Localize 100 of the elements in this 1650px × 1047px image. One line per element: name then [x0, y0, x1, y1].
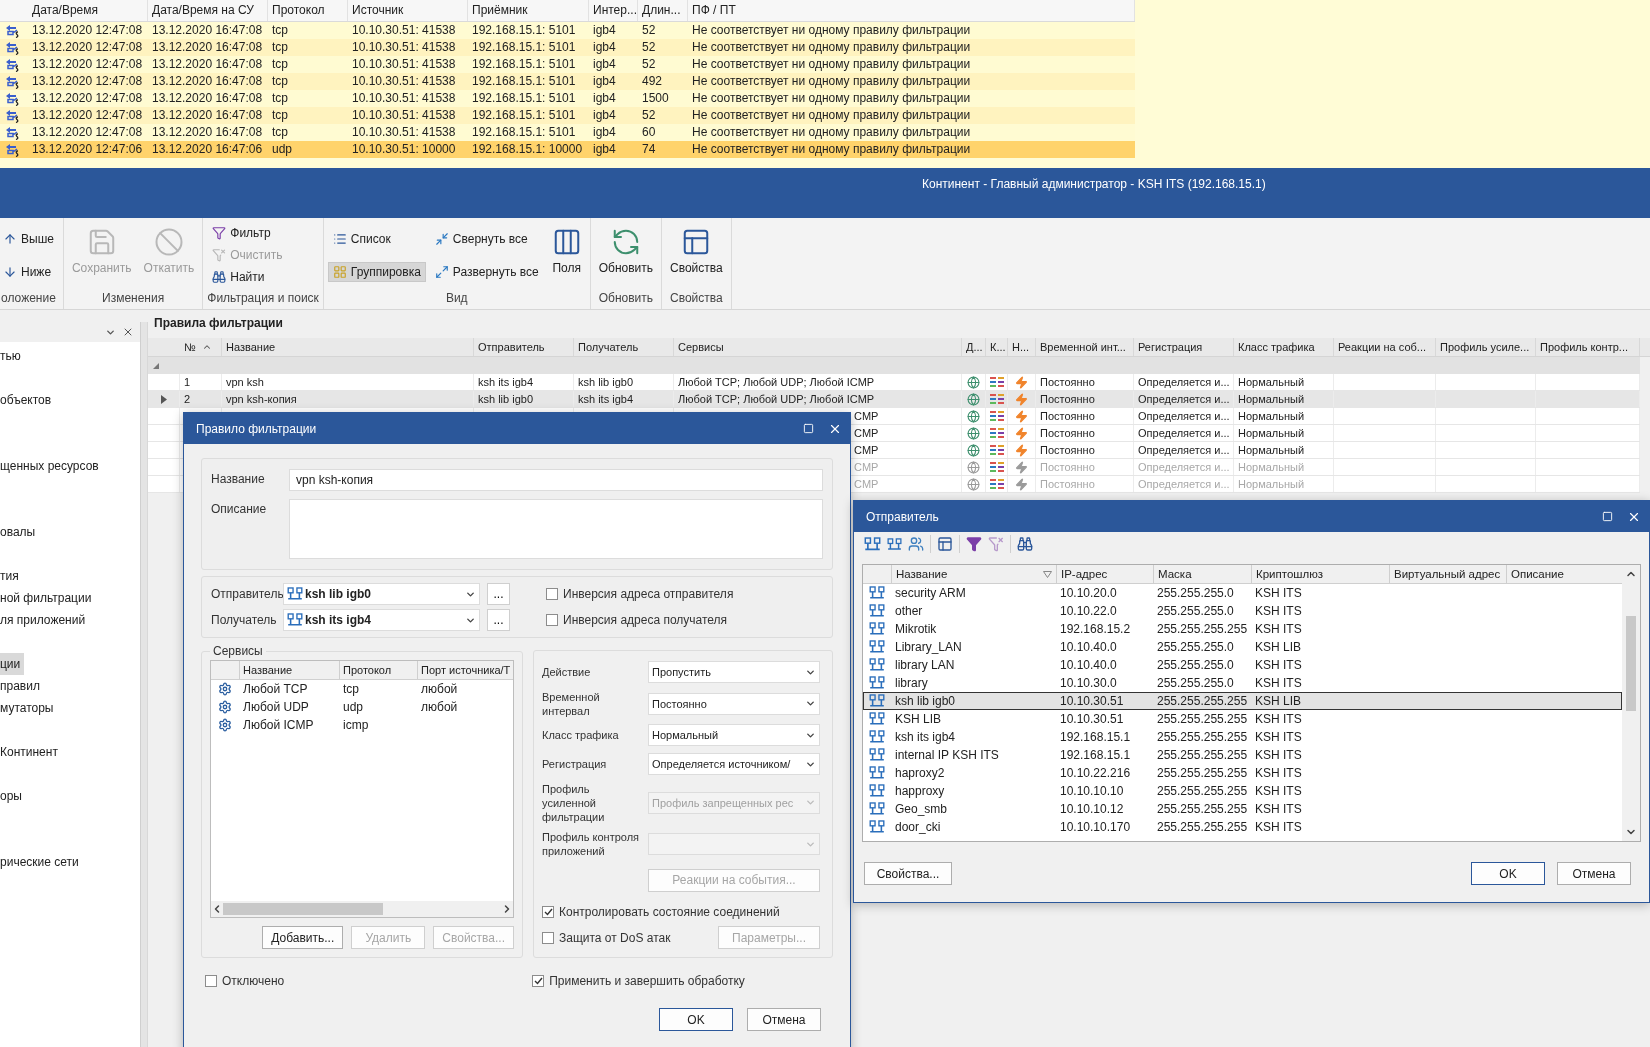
scrollbar[interactable] — [1622, 565, 1640, 841]
sidebar-item[interactable]: мутаторы — [0, 697, 58, 719]
dialog-button[interactable]: Отмена — [1557, 862, 1631, 885]
column-header[interactable]: Дата/Время — [28, 0, 148, 21]
sidebar-item[interactable]: щенных ресурсов — [0, 455, 103, 477]
column-header[interactable]: Название — [891, 565, 1056, 583]
column-header[interactable]: Виртуальный адрес — [1389, 565, 1506, 583]
column-header[interactable]: Длин... — [638, 0, 688, 21]
close-icon[interactable] — [122, 326, 134, 338]
column-header[interactable]: ПФ / ПТ — [688, 0, 1135, 21]
dropdown[interactable]: Нормальный — [648, 724, 820, 747]
ribbon-button[interactable]: Поля — [547, 222, 586, 286]
column-header[interactable]: Дата/Время на СУ — [148, 0, 268, 21]
checkbox[interactable] — [542, 906, 554, 919]
sidebar-item[interactable]: оры — [0, 785, 26, 807]
input-field[interactable]: vpn ksh-копия — [289, 469, 823, 491]
dialog-button[interactable]: OK — [659, 1008, 733, 1031]
column-header[interactable]: Описание — [1506, 565, 1616, 583]
column-header[interactable]: IP-адрес — [1056, 565, 1153, 583]
sidebar-item[interactable]: правил — [0, 675, 44, 697]
ribbon-button[interactable]: Фильтр — [207, 223, 288, 243]
checkbox[interactable] — [546, 614, 558, 626]
column-header[interactable]: № — [180, 338, 222, 356]
log-row[interactable]: 13.12.2020 12:47:08 13.12.2020 16:47:08 tcp 10.10.30.51: 41538 192.168.15.1: 5101 igb4 60 Не соответствует ни одному правилу фильтрации — [0, 124, 1135, 141]
dialog-button[interactable]: Добавить... — [262, 926, 344, 949]
dropdown[interactable]: ksh its igb4 — [283, 609, 480, 631]
column-header[interactable]: Протокол — [339, 661, 417, 679]
scroll-thumb[interactable] — [1626, 616, 1636, 711]
checkbox[interactable] — [542, 931, 554, 944]
browse-button[interactable]: ... — [487, 583, 510, 605]
table-row[interactable]: 1 vpn ksh ksh its igb4 ksh lib igb0 Любой TCP; Любой UDP; Любой ICMP Постоянно Определяется и... Нормальный — [148, 374, 1640, 391]
column-header[interactable]: Название — [222, 338, 474, 356]
dropdown[interactable]: Постоянно — [648, 692, 820, 715]
scroll-thumb[interactable] — [223, 903, 383, 915]
column-header[interactable]: Протокол — [268, 0, 348, 21]
table-cell-text: 13.12.2020 16:47:08 — [151, 90, 264, 107]
scrollbar[interactable] — [211, 901, 513, 917]
binoculars-icon[interactable] — [1017, 536, 1033, 552]
sidebar-item[interactable]: овалы — [0, 521, 40, 543]
users-icon[interactable] — [908, 536, 924, 552]
log-row[interactable]: 13.12.2020 12:47:08 13.12.2020 16:47:08 tcp 10.10.30.51: 41538 192.168.15.1: 5101 igb4 1500 Не соответствует ни одному правилу фильтрации — [0, 90, 1135, 107]
table-row[interactable]: ksh lib igb0 10.10.30.51 255.255.255.255 KSH LIB — [863, 692, 1622, 710]
column-header[interactable]: Сервисы — [674, 338, 962, 356]
column-header[interactable]: Отправитель — [474, 338, 574, 356]
column-header[interactable]: Приёмник — [468, 0, 589, 21]
ribbon-button[interactable]: Обновить — [594, 222, 658, 286]
dialog-button[interactable]: OK — [1471, 862, 1545, 885]
dialog-button[interactable]: Отмена — [747, 1008, 821, 1031]
sidebar-item[interactable]: ля приложений — [0, 609, 90, 631]
ribbon-button[interactable]: Найти — [207, 267, 288, 287]
column-header[interactable]: Реакции на соб... — [1334, 338, 1436, 356]
dropdown[interactable]: Определяется источником/ — [648, 753, 820, 776]
column-header[interactable]: Криптошлюз — [1251, 565, 1389, 583]
sidebar-item[interactable]: ции — [0, 653, 25, 675]
sidebar-item[interactable]: тью — [0, 345, 25, 367]
ribbon-button[interactable]: Свойства — [666, 222, 727, 286]
ribbon-button[interactable]: Свернуть все — [429, 228, 544, 249]
column-header[interactable]: Временной инт... — [1036, 338, 1134, 356]
checkbox[interactable] — [532, 975, 545, 987]
column-header[interactable]: Профиль контр... — [1536, 338, 1640, 356]
ribbon-button[interactable]: Группировка — [327, 261, 426, 282]
log-row[interactable]: 13.12.2020 12:47:08 13.12.2020 16:47:08 tcp 10.10.30.51: 41538 192.168.15.1: 5101 igb4 52 Не соответствует ни одному правилу фильтрации — [0, 107, 1135, 124]
maximize-icon[interactable] — [803, 423, 814, 434]
sidebar-item[interactable]: Континент — [0, 741, 62, 763]
dropdown[interactable]: Пропустить — [648, 661, 820, 683]
checkbox[interactable] — [546, 588, 558, 600]
ribbon-button[interactable]: Ниже — [0, 261, 59, 282]
column-header[interactable]: Интер... — [589, 0, 638, 21]
dropdown[interactable]: ksh lib igb0 — [283, 583, 480, 605]
ribbon-button[interactable]: Выше — [0, 228, 59, 249]
filter-icon[interactable] — [966, 536, 982, 552]
network-add-icon[interactable] — [864, 536, 881, 552]
browse-button[interactable]: ... — [487, 609, 510, 631]
table-row[interactable]: 2 vpn ksh-копия ksh lib igb0 ksh its igb4 Любой TCP; Любой UDP; Любой ICMP Постоянно Определяется и... Нормальный — [148, 391, 1640, 408]
panel-icon[interactable] — [937, 536, 953, 552]
ribbon-button[interactable]: Список — [327, 228, 426, 249]
maximize-icon[interactable] — [1602, 511, 1613, 522]
log-row[interactable]: 13.12.2020 12:47:08 13.12.2020 16:47:08 tcp 10.10.30.51: 41538 192.168.15.1: 5101 igb4 492 Не соответствует ни одному правилу фильтрации — [0, 73, 1135, 90]
column-header[interactable]: Источник — [348, 0, 468, 21]
sidebar-item[interactable]: тия — [0, 565, 23, 587]
column-header[interactable]: Порт источника/Т — [417, 661, 513, 679]
column-header[interactable]: Профиль усиле... — [1436, 338, 1536, 356]
log-row[interactable]: 13.12.2020 12:47:08 13.12.2020 16:47:08 tcp 10.10.30.51: 41538 192.168.15.1: 5101 igb4 52 Не соответствует ни одному правилу фильтрации — [0, 22, 1135, 39]
column-header[interactable]: Получатель — [574, 338, 674, 356]
log-row[interactable]: 13.12.2020 12:47:08 13.12.2020 16:47:08 tcp 10.10.30.51: 41538 192.168.15.1: 5101 igb4 52 Не соответствует ни одному правилу фильтрации — [0, 56, 1135, 73]
checkbox[interactable] — [205, 975, 217, 987]
column-header[interactable]: Название — [239, 661, 339, 679]
sidebar-item[interactable]: рические сети — [0, 851, 83, 873]
column-header[interactable]: Д... — [962, 338, 986, 356]
column-header[interactable]: Н... — [1008, 338, 1036, 356]
sidebar-item[interactable]: объектов — [0, 389, 56, 411]
log-row[interactable]: 13.12.2020 12:47:06 13.12.2020 16:47:06 udp 10.10.30.51: 10000 192.168.15.1: 10000 igb4 74 Не соответствует ни одному правилу фильтрации — [0, 141, 1135, 158]
log-row[interactable]: 13.12.2020 12:47:08 13.12.2020 16:47:08 tcp 10.10.30.51: 41538 192.168.15.1: 5101 igb4 52 Не соответствует ни одному правилу фильтрации — [0, 39, 1135, 56]
ribbon-button[interactable]: Развернуть все — [429, 261, 544, 282]
column-header[interactable]: Класс трафика — [1234, 338, 1334, 356]
column-header[interactable]: К... — [986, 338, 1008, 356]
dialog-button[interactable]: Свойства... — [864, 862, 952, 885]
column-header[interactable]: Регистрация — [1134, 338, 1234, 356]
column-header[interactable]: Маска — [1153, 565, 1251, 583]
sidebar-item[interactable]: ной фильтрации — [0, 587, 96, 609]
